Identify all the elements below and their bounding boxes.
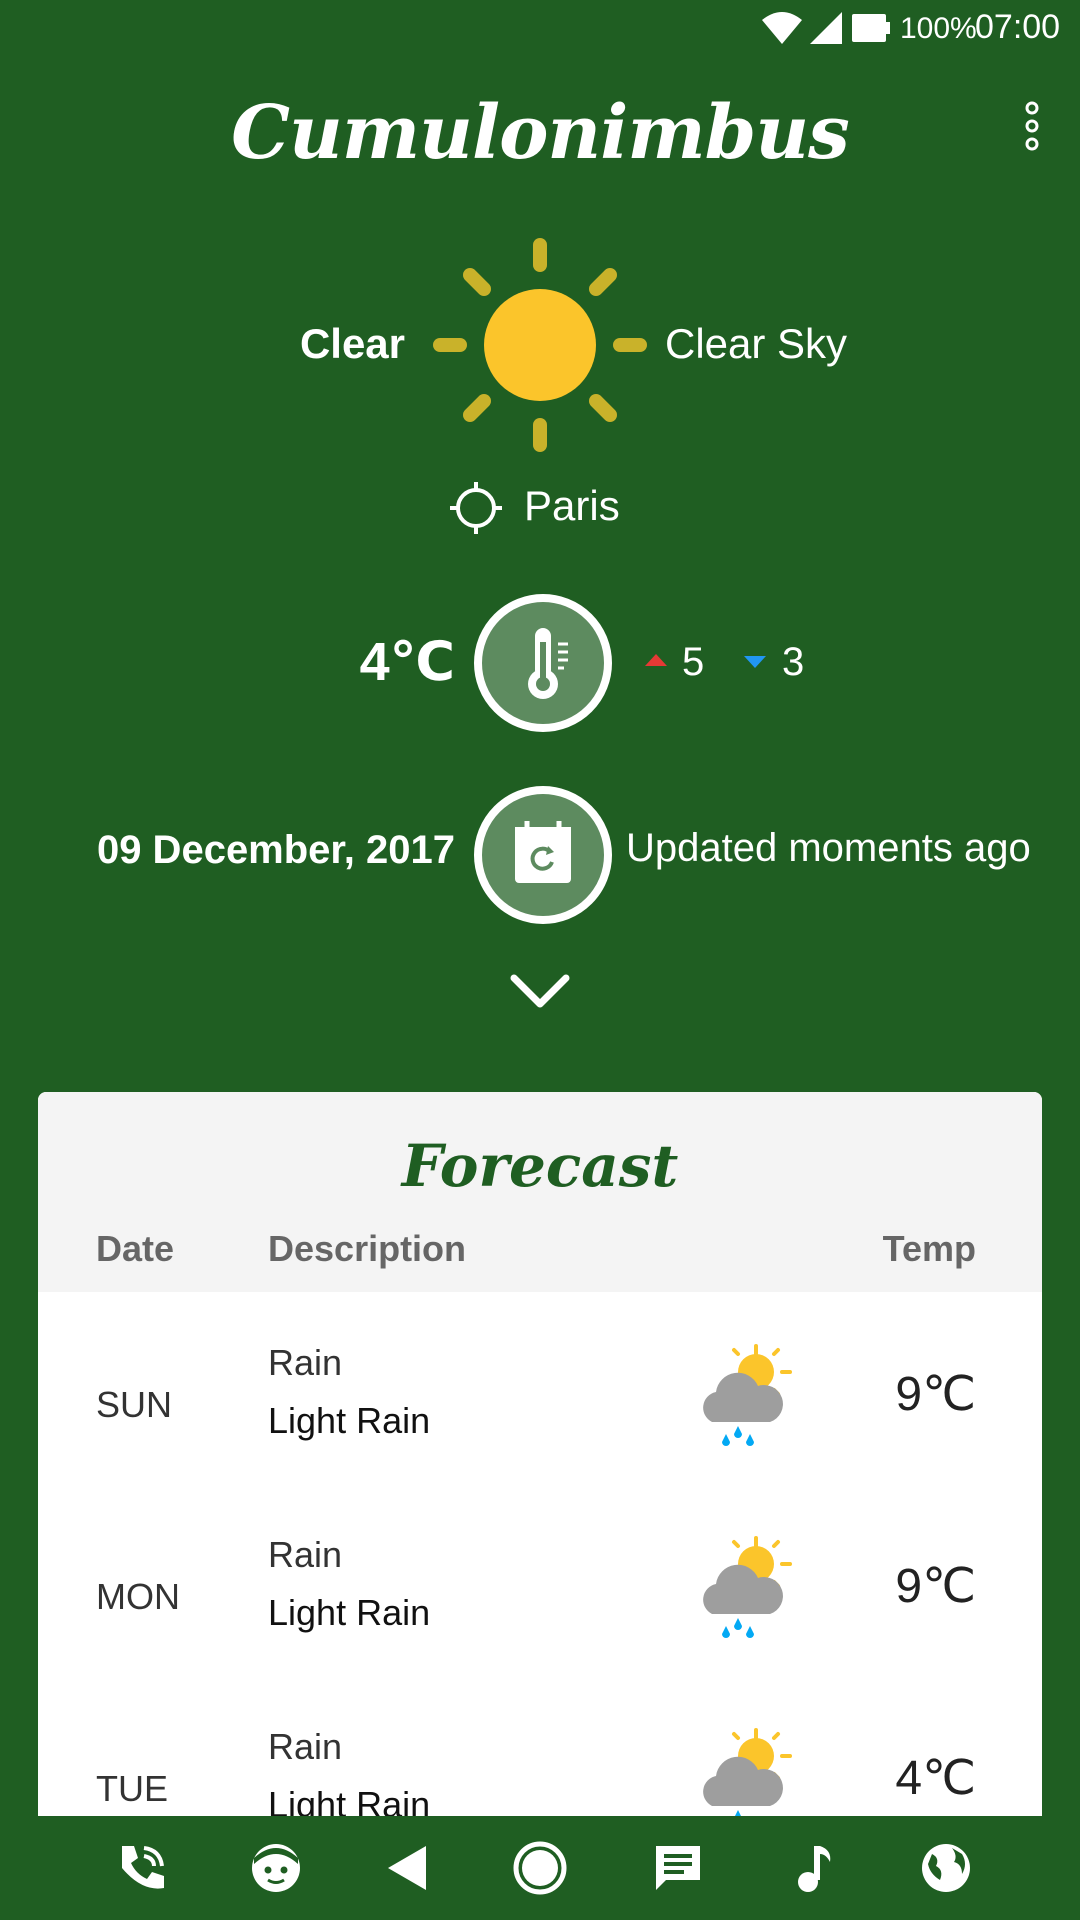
home-button[interactable] [512, 1840, 568, 1896]
forecast-main: Rain [268, 1342, 343, 1383]
status-bar: 100% 07:00 [0, 0, 1080, 60]
chevron-down-icon [510, 974, 570, 1008]
forecast-temp: 9℃ [895, 1560, 976, 1613]
thermometer-button[interactable] [474, 594, 612, 732]
location-icon [450, 482, 502, 534]
messages-button[interactable] [650, 1840, 706, 1896]
location-name: Paris [524, 482, 620, 529]
wifi-icon [762, 12, 802, 44]
forecast-header: Forecast Date Description Temp [38, 1092, 1042, 1292]
forecast-description: Light Rain [268, 1784, 431, 1816]
updated-status: Updated moments ago [626, 826, 1031, 870]
refresh-button[interactable] [474, 786, 612, 924]
forecast-day: TUE [96, 1768, 168, 1809]
face-icon [252, 1844, 300, 1892]
battery-icon [852, 14, 890, 42]
face-button[interactable] [248, 1840, 304, 1896]
rain-sun-icon [703, 1344, 792, 1446]
current-temperature: 4℃ [359, 632, 455, 692]
forecast-card: Forecast Date Description Temp SUN Rain … [38, 1092, 1042, 1816]
column-header-date: Date [96, 1228, 175, 1269]
phone-icon [122, 1846, 164, 1889]
home-icon [513, 1841, 567, 1895]
app-title: Cumulonimbus [231, 90, 850, 176]
forecast-temp: 4℃ [895, 1752, 976, 1805]
condition-main: Clear [299, 320, 405, 367]
forecast-title: Forecast [401, 1132, 679, 1200]
music-button[interactable] [786, 1840, 842, 1896]
forecast-day: MON [96, 1576, 180, 1617]
clock: 07:00 [975, 8, 1061, 46]
overflow-menu-button[interactable] [1010, 98, 1060, 158]
forecast-row[interactable]: TUE Rain Light Rain 4℃ [38, 1676, 1042, 1816]
column-header-temp: Temp [882, 1228, 976, 1269]
forecast-row[interactable]: MON Rain Light Rain 9℃ [38, 1484, 1042, 1676]
back-icon [388, 1846, 426, 1890]
high-arrow-icon [645, 654, 667, 666]
rain-sun-icon [703, 1536, 792, 1638]
battery-level: 100% [900, 12, 977, 45]
high-temperature: 5 [682, 640, 705, 684]
forecast-description: Light Rain [268, 1592, 431, 1633]
rain-sun-icon [703, 1728, 792, 1816]
forecast-row[interactable]: SUN Rain Light Rain 9℃ [38, 1292, 1042, 1484]
low-temperature: 3 [782, 640, 805, 684]
sun-icon [433, 238, 647, 452]
forecast-main: Rain [268, 1534, 343, 1575]
column-header-description: Description [268, 1228, 467, 1269]
globe-icon [922, 1844, 970, 1892]
thermometer-icon [528, 628, 568, 699]
navigation-bar [0, 1816, 1080, 1920]
message-icon [656, 1846, 700, 1890]
expand-button[interactable] [508, 970, 572, 1014]
back-button[interactable] [380, 1840, 436, 1896]
calendar-refresh-icon [515, 821, 571, 883]
condition-description: Clear Sky [665, 320, 848, 367]
browser-button[interactable] [918, 1840, 974, 1896]
phone-button[interactable] [114, 1840, 170, 1896]
current-date: 09 December, 2017 [96, 828, 455, 872]
more-vert-icon [1025, 101, 1039, 151]
music-icon [798, 1846, 831, 1892]
forecast-day: SUN [96, 1384, 173, 1425]
forecast-description: Light Rain [268, 1400, 431, 1441]
forecast-temp: 9℃ [895, 1368, 976, 1421]
low-arrow-icon [744, 656, 766, 668]
signal-icon [810, 12, 842, 44]
forecast-main: Rain [268, 1726, 343, 1767]
